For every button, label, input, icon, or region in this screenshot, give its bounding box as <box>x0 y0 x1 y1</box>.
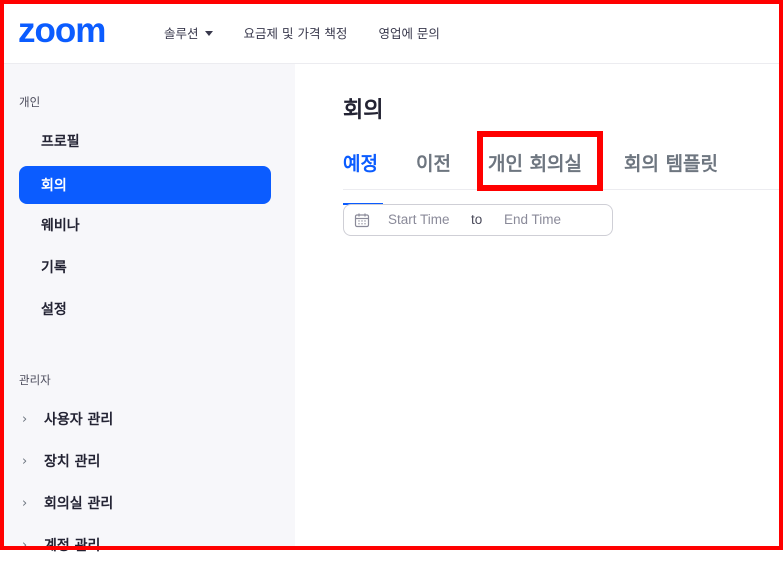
date-range-picker[interactable]: Start Time to End Time <box>343 204 613 236</box>
chevron-right-icon: › <box>22 537 28 553</box>
sidebar: 개인 프로필 회의 웨비나 기록 설정 관리자 › 사용자 관리 › 장치 관리… <box>0 64 295 554</box>
sidebar-item-account-management[interactable]: › 계정 관리 <box>19 526 271 564</box>
sidebar-item-label: 계정 관리 <box>44 538 101 554</box>
nav-solutions-label: 솔루션 <box>164 26 199 41</box>
sidebar-item-label: 설정 <box>41 302 67 318</box>
tab-upcoming[interactable]: 예정 <box>343 149 383 205</box>
sidebar-item-label: 기록 <box>41 260 67 276</box>
sidebar-item-label: 웨비나 <box>41 218 80 234</box>
sidebar-item-recordings[interactable]: 기록 <box>19 248 271 286</box>
sidebar-item-meetings[interactable]: 회의 <box>19 166 271 204</box>
chevron-right-icon: › <box>22 495 28 511</box>
meeting-tabs: 예정 이전 개인 회의실 회의 템플릿 <box>343 133 783 205</box>
top-header: zoom 솔루션 요금제 및 가격 책정 영업에 문의 <box>0 0 783 64</box>
sidebar-item-label: 사용자 관리 <box>44 412 114 428</box>
sidebar-item-label: 장치 관리 <box>44 454 101 470</box>
top-nav: 솔루션 요금제 및 가격 책정 영업에 문의 <box>164 23 471 42</box>
caret-down-icon <box>204 31 213 36</box>
sidebar-item-room-management[interactable]: › 회의실 관리 <box>19 484 271 522</box>
sidebar-item-label: 회의실 관리 <box>44 496 114 512</box>
date-range-separator: to <box>471 212 483 227</box>
nav-pricing[interactable]: 요금제 및 가격 책정 <box>244 23 348 42</box>
tab-label: 예정 <box>343 153 378 175</box>
tab-meeting-templates[interactable]: 회의 템플릿 <box>624 149 718 176</box>
calendar-icon <box>354 213 370 228</box>
tab-label: 개인 회의실 <box>488 153 583 175</box>
nav-contact-sales[interactable]: 영업에 문의 <box>378 23 439 42</box>
nav-pricing-label: 요금제 및 가격 책정 <box>243 26 348 41</box>
sidebar-item-settings[interactable]: 설정 <box>19 290 271 328</box>
sidebar-heading-admin: 관리자 <box>19 373 51 387</box>
nav-solutions[interactable]: 솔루션 <box>164 23 213 42</box>
tab-previous[interactable]: 이전 <box>416 149 451 176</box>
zoom-logo[interactable]: zoom <box>18 13 106 48</box>
tab-label: 회의 템플릿 <box>624 153 719 175</box>
sidebar-item-device-management[interactable]: › 장치 관리 <box>19 442 271 480</box>
sidebar-item-label: 회의 <box>41 178 67 194</box>
chevron-right-icon: › <box>22 453 28 469</box>
sidebar-item-user-management[interactable]: › 사용자 관리 <box>19 400 271 438</box>
start-time-input[interactable]: Start Time <box>388 212 450 227</box>
sidebar-item-label: 프로필 <box>41 134 80 150</box>
end-time-input[interactable]: End Time <box>504 212 561 227</box>
sidebar-heading-personal: 개인 <box>19 95 41 109</box>
tab-personal-room[interactable]: 개인 회의실 <box>488 149 582 176</box>
chevron-right-icon: › <box>22 411 28 427</box>
page-title: 회의 <box>343 98 384 123</box>
nav-contact-sales-label: 영업에 문의 <box>378 26 440 41</box>
tab-label: 이전 <box>416 153 451 175</box>
sidebar-item-webinars[interactable]: 웨비나 <box>19 206 271 244</box>
sidebar-item-profile[interactable]: 프로필 <box>19 122 271 160</box>
tabs-divider <box>343 189 783 190</box>
